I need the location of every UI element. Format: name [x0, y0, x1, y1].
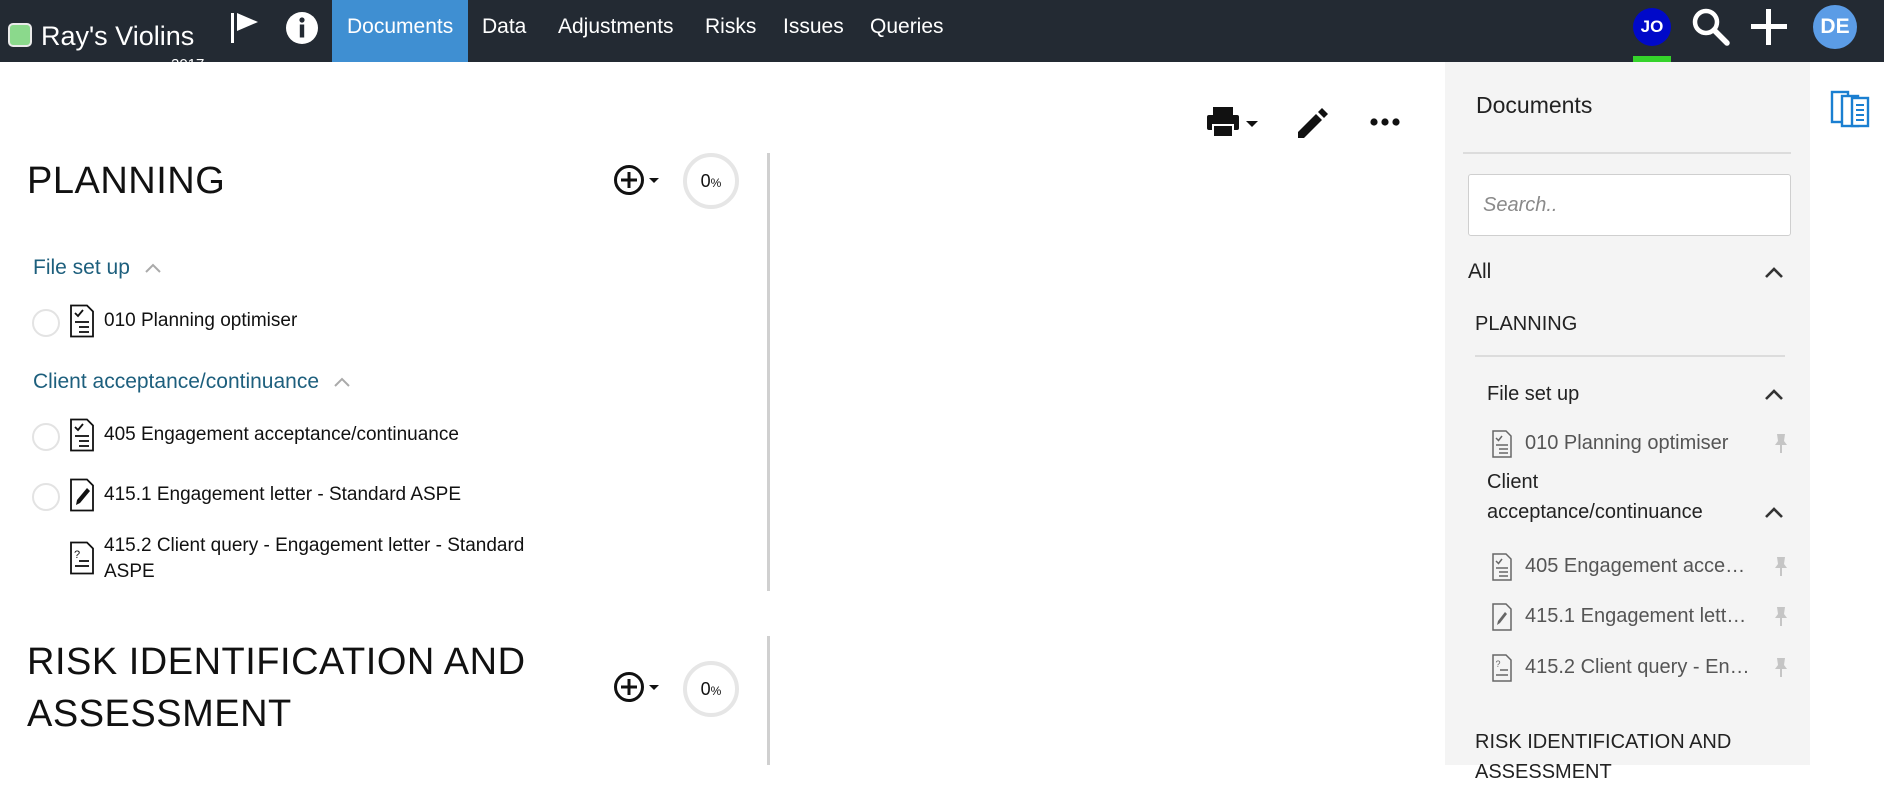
filter-all-label[interactable]: All: [1468, 260, 1491, 284]
panel-section-risk[interactable]: RISK IDENTIFICATION AND ASSESSMENT: [1475, 727, 1731, 787]
document-row[interactable]: 010 Planning optimiser: [32, 304, 552, 340]
chevron-up-icon[interactable]: [1763, 505, 1785, 519]
panel-document-item[interactable]: ? 415.2 Client query - Engagement letter…: [1491, 652, 1791, 686]
progress-unit: %: [710, 684, 722, 698]
pin-icon[interactable]: [1773, 555, 1789, 577]
query-doc-icon: ?: [1492, 654, 1512, 682]
tab-documents[interactable]: Documents: [332, 0, 469, 62]
section-title-line: ASSESSMENT: [27, 693, 292, 735]
printer-icon[interactable]: [1205, 103, 1261, 143]
panel-section-title-line: RISK IDENTIFICATION AND: [1475, 731, 1732, 753]
panel-document-label: 405 Engagement acceptance/continuance: [1525, 555, 1755, 577]
panel-group-file-set-up[interactable]: File set up: [1487, 383, 1579, 406]
edit-doc-icon: [70, 478, 94, 512]
tab-queries[interactable]: Queries: [855, 0, 959, 62]
top-navigation-bar: Ray's Violins 2017 Documents Data Adjust…: [0, 0, 1884, 73]
chevron-up-icon[interactable]: [144, 262, 162, 274]
panel-document-item[interactable]: 010 Planning optimiser: [1491, 428, 1791, 462]
panel-document-item[interactable]: 415.1 Engagement letter - Standard ASPE: [1491, 601, 1791, 635]
pin-icon[interactable]: [1773, 605, 1789, 627]
chevron-up-icon[interactable]: [1763, 387, 1785, 401]
query-doc-icon: ?: [70, 541, 94, 575]
document-row[interactable]: 415.1 Engagement letter - Standard ASPE: [32, 478, 552, 514]
document-label[interactable]: 010 Planning optimiser: [104, 310, 297, 332]
add-document-button[interactable]: [612, 162, 664, 198]
status-circle[interactable]: [32, 483, 60, 511]
section-divider: [767, 636, 770, 765]
document-label[interactable]: 415.2 Client query - Engagement letter -…: [104, 533, 564, 585]
svg-text:?: ?: [74, 549, 80, 561]
panel-divider: [1475, 355, 1785, 357]
status-circle[interactable]: [32, 309, 60, 337]
tab-adjustments[interactable]: Adjustments: [543, 0, 689, 62]
panel-group-title-line: acceptance/continuance: [1487, 501, 1703, 523]
svg-text:?: ?: [1496, 659, 1501, 669]
progress-indicator: 0%: [683, 661, 739, 717]
panel-document-label: 415.2 Client query - Engagement letter -…: [1525, 656, 1755, 678]
panel-title: Documents: [1476, 92, 1593, 118]
app-color-badge: [8, 23, 32, 47]
user-avatar-de[interactable]: DE: [1813, 5, 1857, 49]
panel-divider: [1463, 152, 1791, 154]
section-title-line: RISK IDENTIFICATION AND: [27, 641, 526, 683]
documents-panel-icon[interactable]: [1830, 88, 1870, 128]
document-row[interactable]: 405 Engagement acceptance/continuance: [32, 418, 552, 454]
tab-risks[interactable]: Risks: [690, 0, 771, 62]
group-title-label: Client acceptance/continuance: [33, 370, 320, 393]
document-label[interactable]: 415.1 Engagement letter - Standard ASPE: [104, 484, 461, 506]
tab-issues[interactable]: Issues: [768, 0, 859, 62]
panel-section-planning[interactable]: PLANNING: [1475, 313, 1577, 336]
progress-indicator: 0%: [683, 153, 739, 209]
group-title-file-set-up[interactable]: File set up: [33, 256, 162, 280]
panel-group-client-acceptance[interactable]: Client acceptance/continuance: [1487, 467, 1703, 527]
user-avatar-jo[interactable]: JO: [1633, 8, 1671, 46]
edit-doc-icon: [1492, 603, 1512, 631]
checklist-doc-icon: [70, 304, 94, 338]
progress-value: 0: [700, 171, 711, 191]
section-divider: [767, 153, 770, 591]
panel-document-label: 415.1 Engagement letter - Standard ASPE: [1525, 605, 1755, 627]
group-title-label: File set up: [33, 256, 130, 279]
checklist-doc-icon: [1492, 553, 1512, 581]
group-title-client-acceptance[interactable]: Client acceptance/continuance: [33, 370, 351, 394]
panel-group-title-line: Client: [1487, 471, 1539, 493]
pin-icon[interactable]: [1773, 656, 1789, 678]
more-icon[interactable]: [1364, 102, 1408, 142]
document-row[interactable]: ? 415.2 Client query - Engagement letter…: [32, 533, 552, 587]
panel-document-label: 010 Planning optimiser: [1525, 432, 1729, 454]
status-circle[interactable]: [32, 423, 60, 451]
chevron-up-icon[interactable]: [1763, 265, 1785, 279]
progress-unit: %: [710, 176, 722, 190]
pencil-icon[interactable]: [1290, 102, 1334, 142]
app-name: Ray's Violins: [41, 21, 195, 51]
search-input[interactable]: [1468, 174, 1791, 236]
info-icon[interactable]: [284, 10, 320, 46]
section-title-planning: PLANNING: [27, 160, 226, 202]
documents-panel: Documents All PLANNING File set up 010 P…: [1445, 62, 1810, 783]
pin-icon[interactable]: [1773, 432, 1789, 454]
search-icon[interactable]: [1690, 6, 1732, 48]
chevron-up-icon[interactable]: [333, 376, 351, 388]
document-label[interactable]: 405 Engagement acceptance/continuance: [104, 424, 459, 446]
plus-icon[interactable]: [1748, 6, 1790, 48]
progress-value: 0: [700, 679, 711, 699]
tab-data[interactable]: Data: [467, 0, 541, 62]
app-year: 2017: [171, 56, 205, 73]
add-document-button[interactable]: [612, 669, 664, 705]
checklist-doc-icon: [1492, 430, 1512, 458]
checklist-doc-icon: [70, 418, 94, 452]
panel-section-title-line: ASSESSMENT: [1475, 761, 1612, 783]
section-title-risk: RISK IDENTIFICATION AND ASSESSMENT: [27, 636, 526, 740]
flag-icon[interactable]: [228, 10, 264, 46]
panel-document-item[interactable]: 405 Engagement acceptance/continuance: [1491, 551, 1791, 585]
